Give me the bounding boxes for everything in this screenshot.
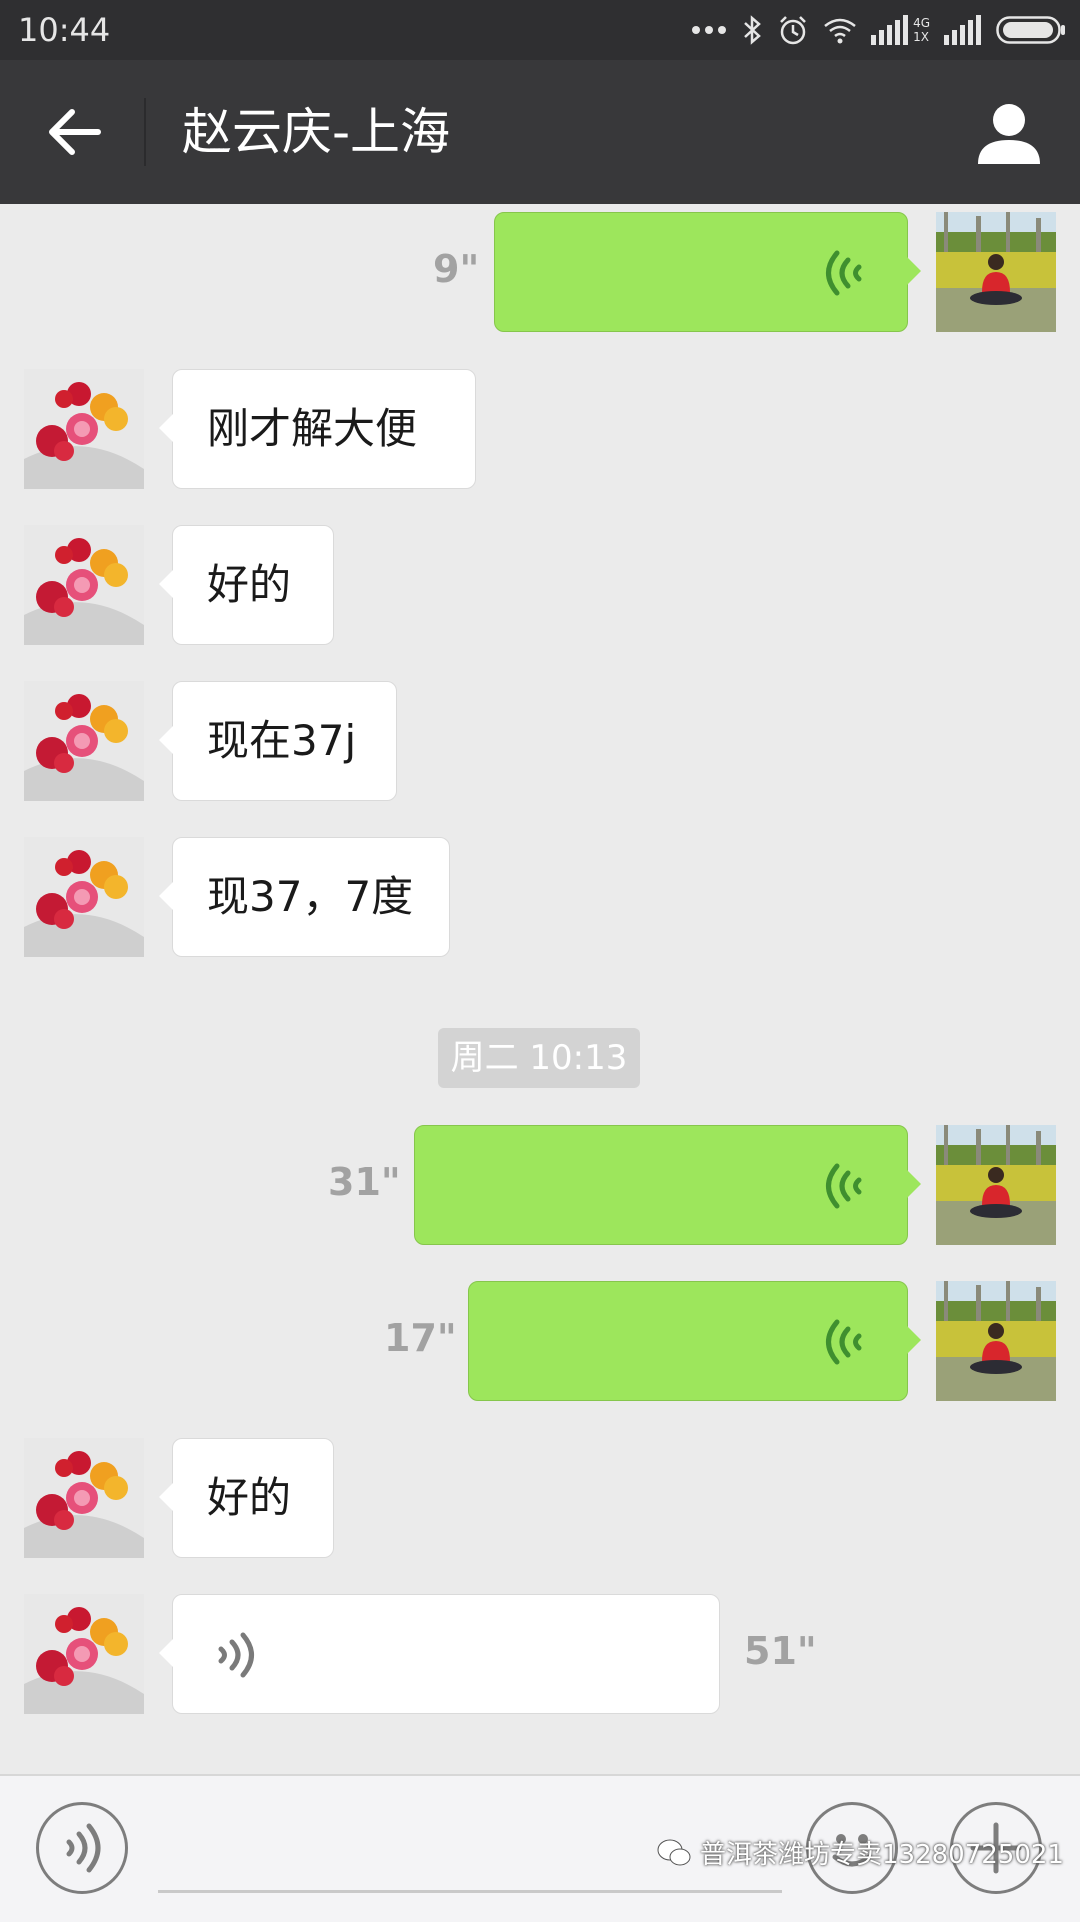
my-avatar[interactable]: [936, 1125, 1056, 1245]
contact-avatar[interactable]: [24, 369, 144, 489]
message-text: 现在37j: [207, 716, 357, 765]
input-bar: 普洱茶潍坊专卖13280725021: [0, 1774, 1080, 1922]
avatar-flowers: [24, 837, 144, 957]
incoming-voice-bubble[interactable]: [159, 1594, 720, 1714]
watermark: 普洱茶潍坊专卖13280725021: [656, 1834, 1064, 1871]
outgoing-voice-bubble[interactable]: [468, 1281, 921, 1401]
message-text: 刚才解大便: [207, 404, 418, 453]
contact-avatar[interactable]: [24, 1438, 144, 1558]
more-dots-icon: [692, 26, 727, 34]
voice-wave-icon: [826, 250, 862, 296]
avatar-flowers: [24, 369, 144, 489]
person-icon[interactable]: [976, 100, 1042, 166]
avatar-photo: [936, 1125, 1056, 1245]
voice-wave-icon: [218, 1632, 254, 1678]
message-input[interactable]: [158, 1890, 782, 1893]
arrow-left-icon[interactable]: [46, 104, 102, 160]
avatar-flowers: [24, 525, 144, 645]
message-text: 好的: [207, 1473, 292, 1522]
avatar-flowers: [24, 681, 144, 801]
alarm-icon: [780, 16, 806, 45]
chat-header: 赵云庆-上海: [0, 60, 1080, 204]
voice-wave-icon: [826, 1163, 862, 1209]
watermark-text: 普洱茶潍坊专卖13280725021: [700, 1840, 1064, 1870]
contact-avatar[interactable]: [24, 1594, 144, 1714]
outgoing-voice-bubble[interactable]: [494, 212, 921, 332]
voice-duration: 31": [328, 1160, 401, 1204]
avatar-photo: [936, 1281, 1056, 1401]
wechat-logo-icon: [657, 1839, 691, 1865]
message-text: 现37，7度: [207, 872, 414, 921]
incoming-text-bubble[interactable]: 现在37j: [159, 681, 397, 801]
status-bar: 10:44 4G 1X: [0, 0, 1080, 60]
voice-mode-button[interactable]: [36, 1802, 128, 1894]
network-1x-label: 1X: [913, 30, 929, 44]
my-avatar[interactable]: [936, 212, 1056, 332]
contact-avatar[interactable]: [24, 681, 144, 801]
contact-avatar[interactable]: [24, 525, 144, 645]
voice-duration: 51": [744, 1629, 817, 1673]
incoming-text-bubble[interactable]: 好的: [159, 1438, 334, 1558]
avatar-flowers: [24, 1438, 144, 1558]
avatar-flowers: [24, 1594, 144, 1714]
wifi-icon: [824, 18, 856, 44]
avatar-photo: [936, 212, 1056, 332]
my-avatar[interactable]: [936, 1281, 1056, 1401]
voice-wave-icon: [826, 1319, 862, 1365]
bluetooth-icon: [744, 15, 761, 45]
incoming-text-bubble[interactable]: 好的: [159, 525, 334, 645]
voice-duration: 17": [384, 1316, 457, 1360]
message-text: 好的: [207, 560, 292, 609]
incoming-text-bubble[interactable]: 刚才解大便: [159, 369, 476, 489]
chat-title: 赵云庆-上海: [182, 103, 451, 161]
network-4g-label: 4G: [913, 16, 930, 30]
network-type-label: 4G 1X: [871, 15, 930, 45]
header-divider: [144, 98, 146, 166]
status-icons: 4G 1X: [691, 12, 1066, 48]
contact-avatar[interactable]: [24, 837, 144, 957]
voice-mode-icon: [66, 1823, 101, 1873]
battery-icon: [996, 16, 1065, 44]
chat-messages[interactable]: 9" 刚才解大便 好的 现在37j 现37，7度 周二 10:13 31" 17…: [0, 204, 1080, 1774]
status-time: 10:44: [18, 11, 111, 49]
voice-duration: 9": [433, 247, 480, 291]
incoming-text-bubble[interactable]: 现37，7度: [159, 837, 450, 957]
timestamp-divider: 周二 10:13: [438, 1028, 640, 1088]
signal-icon: [944, 15, 981, 45]
outgoing-voice-bubble[interactable]: [414, 1125, 921, 1245]
signal-icon: [871, 15, 909, 45]
